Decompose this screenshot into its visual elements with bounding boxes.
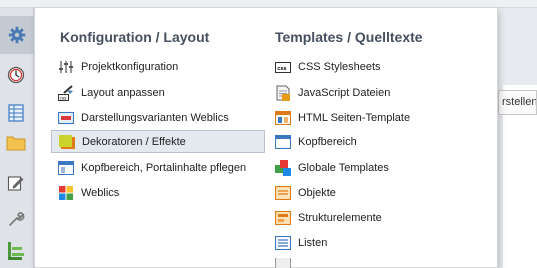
objects-icon bbox=[275, 185, 291, 201]
menu-item-partially-visible[interactable] bbox=[271, 258, 485, 268]
menu-item-label: HTML Seiten-Template bbox=[298, 111, 411, 124]
menu-item-label: Weblics bbox=[81, 186, 120, 199]
menu-item-objects[interactable]: Objekte bbox=[271, 181, 485, 204]
menu-item-header-portal-content[interactable]: Kopfbereich, Portalinhalte pflegen bbox=[51, 156, 265, 179]
column-title: Konfiguration / Layout bbox=[60, 29, 210, 45]
weblics-icon bbox=[58, 185, 74, 201]
gear-icon bbox=[8, 26, 26, 44]
sidebar-item-table[interactable] bbox=[3, 100, 29, 126]
menu-item-javascript-files[interactable]: JavaScript Dateien bbox=[271, 81, 485, 104]
javascript-icon bbox=[275, 85, 291, 101]
menu-item-display-variants[interactable]: Darstellungsvarianten Weblics bbox=[51, 106, 265, 129]
global-templates-icon bbox=[275, 159, 291, 176]
clock-icon bbox=[7, 66, 25, 84]
menu-item-label: CSS Stylesheets bbox=[298, 60, 381, 73]
menu-item-label: Layout anpassen bbox=[81, 86, 165, 99]
edit-icon bbox=[7, 174, 25, 192]
structure-icon bbox=[275, 210, 291, 226]
tree-icon bbox=[7, 241, 25, 261]
menu-item-label: Kopfbereich, Portalinhalte pflegen bbox=[81, 161, 247, 174]
wrench-icon bbox=[7, 210, 25, 228]
header-icon bbox=[275, 134, 291, 150]
menu-item-label: Objekte bbox=[298, 186, 336, 199]
decorator-icon bbox=[59, 134, 75, 150]
menu-item-label: Strukturelemente bbox=[298, 211, 382, 224]
sidebar-item-configuration[interactable] bbox=[0, 16, 34, 54]
window-icon bbox=[58, 110, 74, 126]
menu-item-css-stylesheets[interactable]: css CSS Stylesheets bbox=[271, 55, 485, 78]
html-template-icon bbox=[275, 110, 291, 126]
svg-text:css: css bbox=[60, 95, 68, 100]
dropdown-menu: Konfiguration / Layout Projektkonfigurat… bbox=[34, 8, 498, 268]
menu-item-label: Kopfbereich bbox=[298, 135, 357, 148]
menu-item-project-configuration[interactable]: Projektkonfiguration bbox=[51, 55, 265, 78]
column-title: Templates / Quelltexte bbox=[275, 29, 423, 45]
layout-icon bbox=[58, 160, 74, 176]
menu-item-label: JavaScript Dateien bbox=[298, 86, 391, 99]
sidebar-item-edit[interactable] bbox=[3, 170, 29, 196]
folder-icon bbox=[6, 135, 26, 151]
sidebar-item-tools[interactable] bbox=[3, 206, 29, 232]
menu-item-label: Listen bbox=[298, 236, 328, 249]
list-icon bbox=[275, 235, 291, 251]
menu-item-layout-adjust[interactable]: css Layout anpassen bbox=[51, 81, 265, 104]
menu-item-icon bbox=[275, 258, 291, 268]
menu-item-decorators-effects[interactable]: Dekoratoren / Effekte bbox=[51, 130, 265, 153]
sidebar-item-structure[interactable] bbox=[3, 238, 29, 264]
sidebar-item-folder[interactable] bbox=[3, 130, 29, 156]
css-brush-icon: css bbox=[58, 84, 74, 101]
menu-item-structure-elements[interactable]: Strukturelemente bbox=[271, 206, 485, 229]
sliders-icon bbox=[58, 59, 74, 75]
table-icon bbox=[8, 104, 24, 122]
menu-item-label: Dekoratoren / Effekte bbox=[82, 135, 186, 148]
css-file-icon: css bbox=[275, 59, 291, 75]
menu-item-global-templates[interactable]: Globale Templates bbox=[271, 156, 485, 179]
top-toolbar-strip bbox=[0, 0, 537, 8]
menu-item-label: Globale Templates bbox=[298, 161, 389, 174]
menu-item-label: Projektkonfiguration bbox=[81, 60, 179, 73]
sidebar-item-clock[interactable] bbox=[3, 62, 29, 88]
svg-text:css: css bbox=[277, 66, 286, 72]
menu-item-label: Darstellungsvarianten Weblics bbox=[81, 111, 229, 124]
background-create-button[interactable]: rstellen bbox=[498, 90, 537, 115]
menu-item-html-page-template[interactable]: HTML Seiten-Template bbox=[271, 106, 485, 129]
menu-item-weblics[interactable]: Weblics bbox=[51, 181, 265, 204]
menu-item-lists[interactable]: Listen bbox=[271, 231, 485, 254]
left-sidebar bbox=[0, 8, 34, 268]
menu-item-header-area[interactable]: Kopfbereich bbox=[271, 130, 485, 153]
